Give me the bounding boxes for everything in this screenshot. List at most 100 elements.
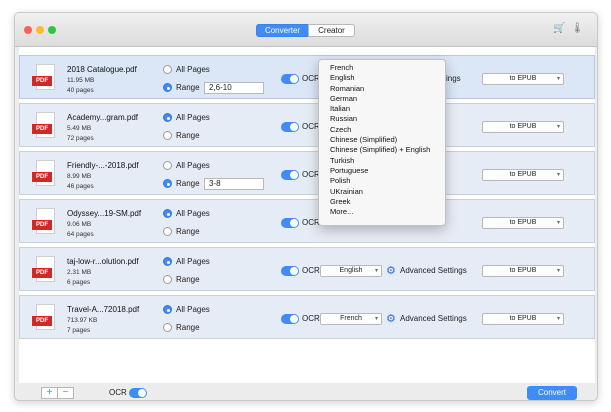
file-row[interactable]: PDF taj-low-r...olution.pdf 2.31 MB 6 pa… xyxy=(19,247,595,291)
global-ocr-label: OCR xyxy=(109,388,127,397)
range-input[interactable]: 2,6-10 xyxy=(204,82,264,94)
language-option[interactable]: Italian xyxy=(319,104,445,114)
output-format-select[interactable]: to EPUB ▾ xyxy=(482,313,564,325)
output-format-select[interactable]: to EPUB ▾ xyxy=(482,217,564,229)
all-pages-radio[interactable] xyxy=(163,209,172,218)
language-option[interactable]: Chinese (Simplified) xyxy=(319,135,445,145)
output-format-select[interactable]: to EPUB ▾ xyxy=(482,169,564,181)
all-pages-label: All Pages xyxy=(176,65,210,74)
ocr-toggle[interactable] xyxy=(281,314,299,324)
ocr-label: OCR xyxy=(302,314,320,323)
language-option-more[interactable]: More... xyxy=(319,207,445,217)
language-option[interactable]: Turkish xyxy=(319,156,445,166)
titlebar: Converter Creator 🛒 🌡 xyxy=(15,13,597,47)
language-option[interactable]: French xyxy=(319,63,445,73)
range-radio[interactable] xyxy=(163,179,172,188)
output-format-select[interactable]: to EPUB ▾ xyxy=(482,73,564,85)
language-option[interactable]: Polish xyxy=(319,176,445,186)
ocr-language-value: French xyxy=(340,315,362,322)
close-window-button[interactable] xyxy=(24,26,32,34)
ocr-label: OCR xyxy=(302,266,320,275)
all-pages-label: All Pages xyxy=(176,257,210,266)
all-pages-label: All Pages xyxy=(176,209,210,218)
file-name: 2018 Catalogue.pdf xyxy=(67,65,137,74)
range-radio[interactable] xyxy=(163,227,172,236)
global-ocr-toggle[interactable] xyxy=(129,388,147,398)
remove-file-button[interactable]: − xyxy=(57,387,74,399)
pdf-file-icon: PDF xyxy=(32,304,60,333)
output-format-value: to EPUB xyxy=(509,75,537,82)
all-pages-radio[interactable] xyxy=(163,161,172,170)
footer-bar: + − OCR Convert xyxy=(15,383,597,400)
file-name: Odyssey...19-SM.pdf xyxy=(67,209,142,218)
file-name: Academy...gram.pdf xyxy=(67,113,138,122)
ocr-toggle[interactable] xyxy=(281,122,299,132)
gear-icon[interactable]: ⚙ xyxy=(386,313,396,325)
language-option[interactable]: Russian xyxy=(319,114,445,124)
language-option[interactable]: Romanian xyxy=(319,84,445,94)
file-row[interactable]: PDF 2018 Catalogue.pdf 11.95 MB 40 pages… xyxy=(19,55,595,99)
file-pages: 64 pages xyxy=(67,231,94,238)
range-label: Range xyxy=(176,275,200,284)
file-row[interactable]: PDF Travel-A...72018.pdf 713.97 KB 7 pag… xyxy=(19,295,595,339)
advanced-settings-link[interactable]: Advanced Settings xyxy=(400,314,467,323)
file-row[interactable]: PDF Academy...gram.pdf 5.49 MB 72 pages … xyxy=(19,103,595,147)
ocr-language-select[interactable]: English ▾ xyxy=(320,265,382,277)
gear-icon[interactable]: ⚙ xyxy=(386,265,396,277)
ocr-toggle[interactable] xyxy=(281,218,299,228)
range-input[interactable]: 3-8 xyxy=(204,178,264,190)
range-label: Range xyxy=(176,227,200,236)
all-pages-radio[interactable] xyxy=(163,113,172,122)
language-option[interactable]: German xyxy=(319,94,445,104)
tab-converter[interactable]: Converter xyxy=(256,24,309,37)
all-pages-radio[interactable] xyxy=(163,65,172,74)
file-pages: 46 pages xyxy=(67,183,94,190)
range-label: Range xyxy=(176,323,200,332)
pdf-file-icon: PDF xyxy=(32,160,60,189)
language-option[interactable]: UKrainian xyxy=(319,187,445,197)
zoom-window-button[interactable] xyxy=(48,26,56,34)
language-option[interactable]: English xyxy=(319,73,445,83)
pdf-file-icon: PDF xyxy=(32,256,60,285)
ocr-toggle[interactable] xyxy=(281,170,299,180)
range-radio[interactable] xyxy=(163,323,172,332)
convert-button[interactable]: Convert xyxy=(527,386,577,400)
language-option[interactable]: Greek xyxy=(319,197,445,207)
file-row[interactable]: PDF Odyssey...19-SM.pdf 9.06 MB 64 pages… xyxy=(19,199,595,243)
range-label: Range xyxy=(176,179,200,188)
language-option[interactable]: Czech xyxy=(319,125,445,135)
thermometer-icon[interactable]: 🌡 xyxy=(571,23,584,34)
all-pages-radio[interactable] xyxy=(163,257,172,266)
all-pages-label: All Pages xyxy=(176,113,210,122)
file-name: taj-low-r...olution.pdf xyxy=(67,257,139,266)
ocr-toggle[interactable] xyxy=(281,74,299,84)
cart-icon[interactable]: 🛒 xyxy=(553,23,565,34)
output-format-value: to EPUB xyxy=(509,123,537,130)
add-file-button[interactable]: + xyxy=(41,387,58,399)
file-pages: 6 pages xyxy=(67,279,91,286)
file-size: 5.49 MB xyxy=(67,125,92,132)
range-radio[interactable] xyxy=(163,131,172,140)
output-format-select[interactable]: to EPUB ▾ xyxy=(482,121,564,133)
language-dropdown-menu: French English Romanian German Italian R… xyxy=(318,59,446,226)
minimize-window-button[interactable] xyxy=(36,26,44,34)
all-pages-radio[interactable] xyxy=(163,305,172,314)
file-size: 8.99 MB xyxy=(67,173,92,180)
range-label: Range xyxy=(176,83,200,92)
all-pages-label: All Pages xyxy=(176,161,210,170)
language-option[interactable]: Chinese (Simplified) + English xyxy=(319,145,445,155)
range-radio[interactable] xyxy=(163,275,172,284)
output-format-select[interactable]: to EPUB ▾ xyxy=(482,265,564,277)
file-row[interactable]: PDF Friendly-...-2018.pdf 8.99 MB 46 pag… xyxy=(19,151,595,195)
tab-creator[interactable]: Creator xyxy=(308,24,355,37)
ocr-language-select[interactable]: French ▾ xyxy=(320,313,382,325)
output-format-value: to EPUB xyxy=(509,219,537,226)
language-option[interactable]: Portuguese xyxy=(319,166,445,176)
range-radio[interactable] xyxy=(163,83,172,92)
advanced-settings-link[interactable]: Advanced Settings xyxy=(400,266,467,275)
file-pages: 72 pages xyxy=(67,135,94,142)
all-pages-label: All Pages xyxy=(176,305,210,314)
file-size: 2.31 MB xyxy=(67,269,92,276)
ocr-toggle[interactable] xyxy=(281,266,299,276)
file-size: 713.97 KB xyxy=(67,317,98,324)
